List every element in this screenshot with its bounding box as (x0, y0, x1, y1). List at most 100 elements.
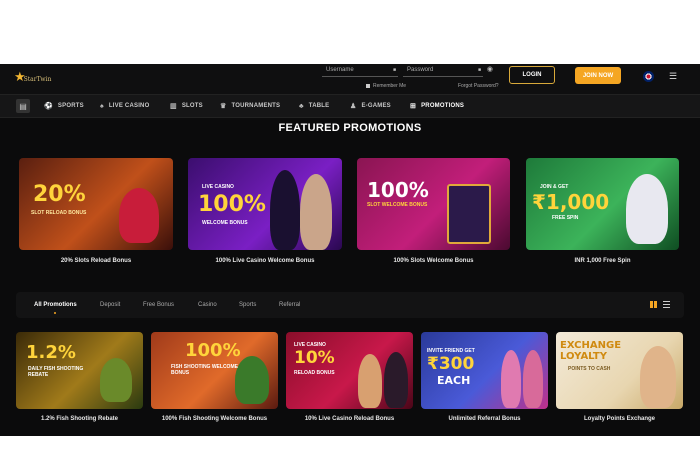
featured-caption: INR 1,000 Free Spin (574, 258, 631, 264)
featured-card[interactable]: LIVE CASINO 100% WELCOME BONUS (188, 158, 342, 250)
card-headline: 100% (185, 340, 241, 361)
nav-item-live-casino[interactable]: ♠ LIVE CASINO (100, 95, 149, 117)
card-subtitle: SLOT WELCOME BONUS (367, 202, 428, 208)
site-logo[interactable]: ★ StarTwin (14, 70, 51, 83)
ladybug-character-image (119, 188, 159, 243)
card-headline: 100% (367, 178, 429, 202)
card-subtitle: FISH SHOOTING WELCOME BONUS (171, 364, 238, 376)
tab-deposit[interactable]: Deposit (100, 292, 120, 318)
uk-flag-icon[interactable] (643, 71, 654, 82)
gift-icon: ⊞ (410, 103, 417, 110)
card-headline: 10% (294, 348, 335, 368)
person-icon: ♟ (350, 103, 357, 110)
nav-label: TABLE (308, 103, 330, 109)
woman-image (358, 354, 382, 408)
username-placeholder: Username (326, 67, 354, 73)
menu-icon[interactable]: ☰ (669, 71, 677, 82)
tab-casino[interactable]: Casino (198, 292, 217, 318)
logo-text: StarTwin (23, 75, 52, 83)
top-header: ★ StarTwin Username ■ Password ■ ◉ Remem… (0, 64, 700, 94)
card-subtitle: SLOT RELOAD BONUS (31, 210, 87, 216)
grid-view-icon[interactable] (650, 301, 657, 308)
nav-item-table[interactable]: ♣ TABLE (299, 95, 329, 117)
promo-card[interactable]: INVITE FRIEND GET ₹300 EACH (421, 332, 548, 409)
remember-checkbox[interactable] (366, 84, 370, 88)
card-headline: ₹300 (427, 354, 475, 374)
woman-image (384, 352, 408, 408)
slot-machine-image (447, 184, 491, 244)
featured-caption: 100% Live Casino Welcome Bonus (215, 258, 315, 264)
promo-caption: 100% Fish Shooting Welcome Bonus (161, 416, 268, 422)
join-now-button[interactable]: JOIN NOW (575, 67, 621, 84)
page: ★ StarTwin Username ■ Password ■ ◉ Remem… (0, 64, 700, 436)
remember-label: Remember Me (373, 83, 407, 89)
nav-item-tournaments[interactable]: ♛ TOURNAMENTS (220, 95, 280, 117)
remember-me[interactable]: Remember Me (366, 83, 406, 89)
user-icon: ■ (392, 67, 396, 73)
card-subtitle: RELOAD BONUS (294, 370, 335, 376)
woman-image (523, 350, 543, 408)
active-tab-indicator (54, 312, 56, 314)
promo-caption: 10% Live Casino Reload Bonus (304, 416, 395, 422)
password-placeholder: Password (407, 67, 434, 73)
card-headline: 1.2% (26, 342, 76, 363)
nav-label: SPORTS (57, 103, 84, 109)
nav-label: PROMOTIONS (421, 103, 465, 109)
woman-image (640, 346, 676, 408)
nav-item-slots[interactable]: ▥ SLOTS (170, 95, 203, 117)
trophy-icon: ♛ (220, 103, 227, 110)
promo-card[interactable]: LIVE CASINO 10% RELOAD BONUS (286, 332, 413, 409)
nav-label: E-GAMES (361, 103, 391, 109)
card-subtitle: POINTS TO CASH (568, 366, 611, 372)
promotion-filter-tabs: All Promotions Deposit Free Bonus Casino… (16, 292, 684, 318)
tab-free-bonus[interactable]: Free Bonus (143, 292, 174, 318)
nav-label: LIVE CASINO (108, 103, 150, 109)
nav-item-sports[interactable]: ⚽ SPORTS (44, 95, 84, 117)
featured-caption: 20% Slots Reload Bonus (60, 258, 132, 264)
promo-caption: Unlimited Referral Bonus (448, 416, 521, 422)
promo-caption: Loyalty Points Exchange (583, 416, 656, 422)
soccer-ball-icon: ⚽ (44, 103, 53, 110)
nav-item-egames[interactable]: ♟ E-GAMES (350, 95, 391, 117)
promo-card[interactable]: 100% FISH SHOOTING WELCOME BONUS (151, 332, 278, 409)
featured-card[interactable]: 20% SLOT RELOAD BONUS (19, 158, 173, 250)
featured-caption: 100% Slots Welcome Bonus (393, 258, 474, 264)
username-field[interactable]: Username ■ (322, 64, 398, 77)
nav-label: TOURNAMENTS (231, 103, 281, 109)
password-field[interactable]: Password ■ ◉ (403, 64, 493, 77)
table-icon: ♣ (299, 102, 304, 110)
nav-label: SLOTS (181, 103, 203, 109)
card-headline: 100% (198, 192, 266, 217)
home-icon[interactable]: ▤ (16, 99, 30, 113)
lock-icon: ■ (477, 67, 481, 73)
card-headline: ₹1,000 (532, 190, 610, 214)
fish-character-image (100, 358, 132, 402)
woman-image (501, 350, 521, 408)
card-subtitle: DAILY FISH SHOOTING REBATE (28, 366, 84, 378)
featured-title: FEATURED PROMOTIONS (278, 122, 422, 134)
tab-referral[interactable]: Referral (279, 292, 300, 318)
promo-card[interactable]: 1.2% DAILY FISH SHOOTING REBATE (16, 332, 143, 409)
card-top-text: LIVE CASINO (202, 184, 234, 190)
card-subtitle: EACH (437, 374, 471, 387)
dealer-icon: ♠ (100, 102, 104, 110)
list-view-icon[interactable] (663, 301, 670, 308)
promo-card[interactable]: EXCHANGE LOYALTY POINTS TO CASH (556, 332, 683, 409)
card-subtitle: WELCOME BONUS (202, 220, 248, 226)
nav-item-promotions[interactable]: ⊞ PROMOTIONS (410, 95, 464, 117)
slot-icon: ▥ (170, 103, 177, 110)
featured-card[interactable]: 100% SLOT WELCOME BONUS (357, 158, 510, 250)
woman-image (300, 174, 332, 250)
card-headline: 20% (33, 182, 86, 207)
promo-caption: 1.2% Fish Shooting Rebate (40, 416, 118, 422)
featured-card[interactable]: JOIN & GET ₹1,000 FREE SPIN (526, 158, 679, 250)
forgot-password-link[interactable]: Forgot Password? (458, 83, 499, 89)
rabbit-character-image (626, 174, 668, 244)
tab-all-promotions[interactable]: All Promotions (34, 292, 77, 318)
card-subtitle: FREE SPIN (552, 215, 579, 221)
eye-icon[interactable]: ◉ (487, 65, 493, 73)
woman-image (270, 170, 300, 250)
tab-sports[interactable]: Sports (239, 292, 256, 318)
card-headline: EXCHANGE LOYALTY (560, 340, 622, 362)
login-button[interactable]: LOGIN (509, 66, 555, 84)
